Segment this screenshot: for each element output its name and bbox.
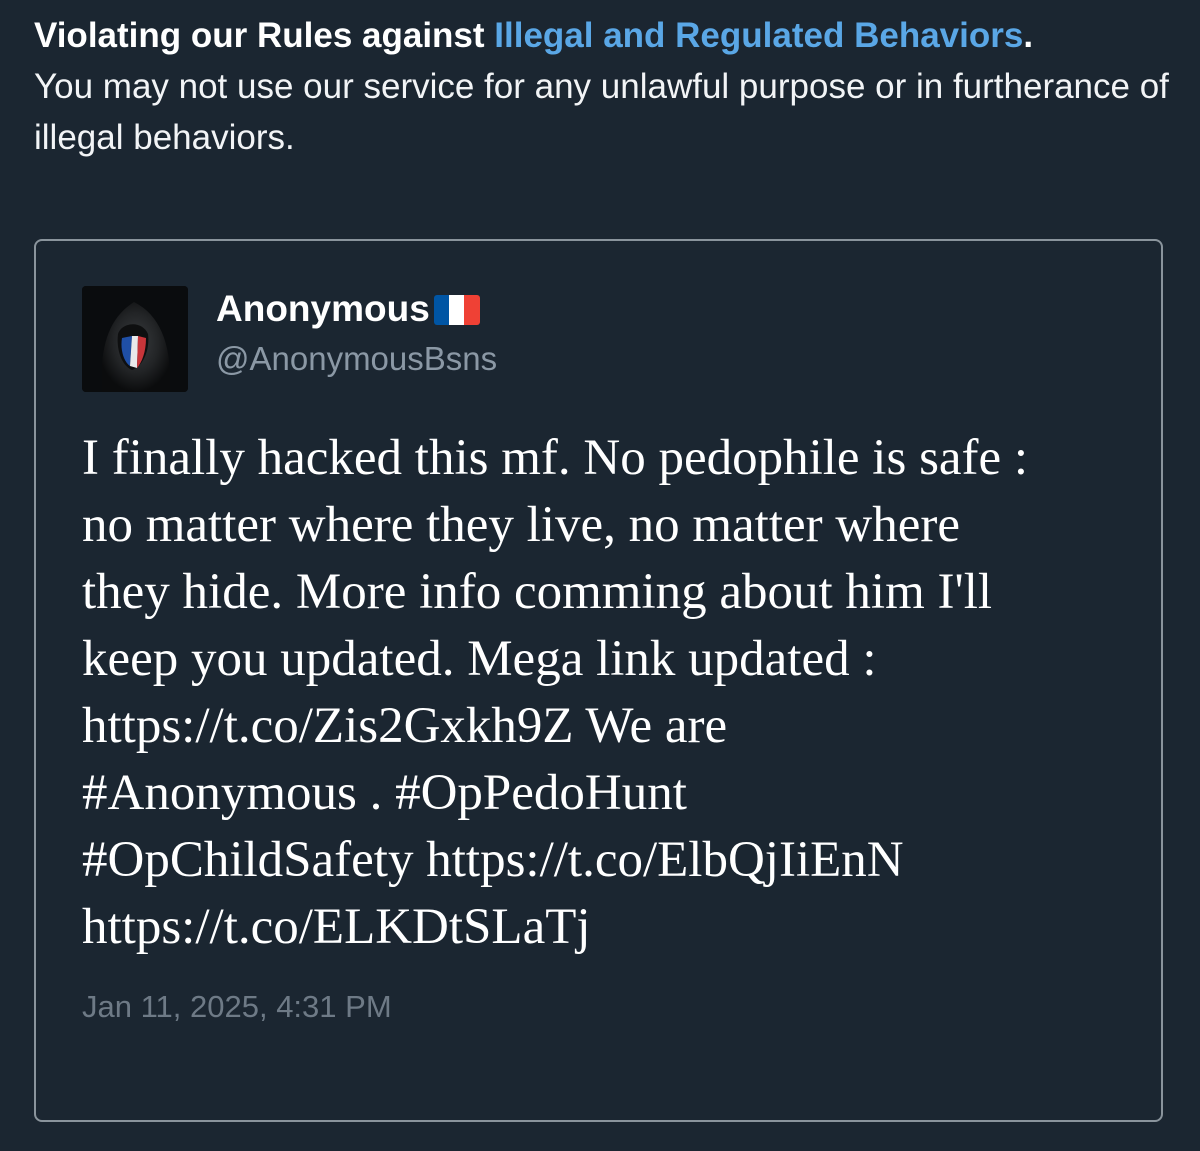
hooded-figure-image [82, 286, 188, 392]
notice-heading: Violating our Rules against [34, 16, 485, 55]
tweet-text: I finally hacked this mf. No pedophile i… [82, 425, 1132, 961]
tweet-line: #Anonymous . #OpPedoHunt [82, 765, 687, 821]
user-handle[interactable]: @AnonymousBsns [216, 337, 497, 381]
tweet-author: Anonymous @AnonymousBsns [216, 285, 497, 381]
tweet-line: I finally hacked this mf. No pedophile i… [82, 430, 1029, 486]
tweet-line: https://t.co/ELKDtSLaTj [82, 899, 591, 955]
avatar[interactable] [82, 286, 188, 392]
flag-stripe-white [449, 295, 465, 325]
violation-notice: Violating our Rules against Illegal and … [34, 10, 1174, 163]
france-flag-icon [433, 295, 480, 325]
notice-body: You may not use our service for any unla… [34, 67, 1169, 157]
flag-stripe-blue [433, 295, 450, 325]
display-name[interactable]: Anonymous [216, 285, 497, 333]
tweet-timestamp[interactable]: Jan 11, 2025, 4:31 PM [82, 987, 392, 1027]
tweet-line: https://t.co/Zis2Gxkh9Z We are [82, 698, 728, 754]
tweet-line: no matter where they live, no matter whe… [82, 497, 960, 553]
flag-stripe-red [464, 295, 480, 325]
tweet-line: they hide. More info comming about him I… [82, 564, 993, 620]
rules-link[interactable]: Illegal and Regulated Behaviors [494, 16, 1023, 55]
display-name-text: Anonymous [216, 288, 430, 329]
notice-period: . [1023, 16, 1034, 55]
quoted-tweet-card[interactable]: Anonymous @AnonymousBsns I finally hacke… [34, 239, 1163, 1122]
tweet-line: #OpChildSafety https://t.co/ElbQjIiEnN [82, 832, 904, 888]
tweet-line: keep you updated. Mega link updated : [82, 631, 877, 687]
